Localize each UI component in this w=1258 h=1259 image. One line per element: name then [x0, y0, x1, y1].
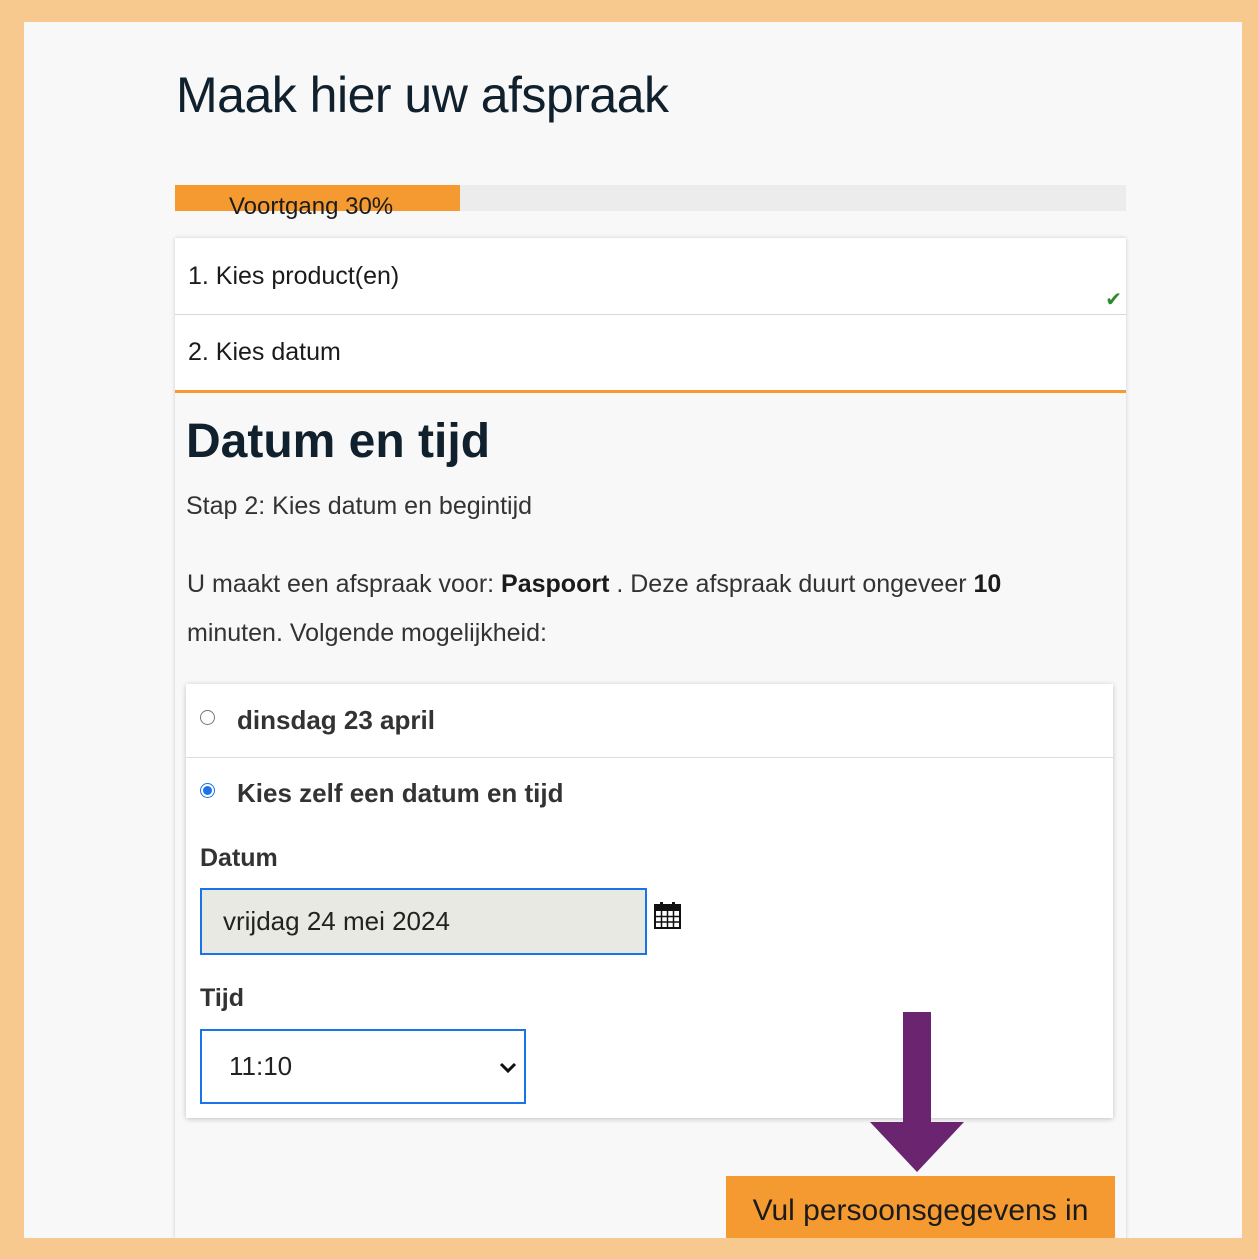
appointment-description: U maakt een afspraak voor: Paspoort . De…	[187, 560, 1087, 658]
option-label: dinsdag 23 april	[237, 705, 435, 735]
option-label: Kies zelf een datum en tijd	[237, 777, 564, 808]
appointment-card: 1. Kies product(en) ✔ 2. Kies datum Datu…	[175, 238, 1126, 1238]
date-input[interactable]: vrijdag 24 mei 2024	[200, 888, 647, 955]
time-label: Tijd	[200, 984, 244, 1012]
progress-bar: Voortgang 30%	[175, 185, 1126, 220]
time-value: 11:10	[229, 1051, 293, 1081]
step-subtitle: Stap 2: Kies datum en begintijd	[186, 492, 533, 520]
option-choose-own[interactable]: Kies zelf een datum en tijd	[186, 758, 1113, 828]
checkmark-icon: ✔	[1105, 289, 1122, 311]
step-choose-product[interactable]: 1. Kies product(en) ✔	[175, 238, 1126, 315]
intro-middle: . Deze afspraak duurt ongeveer	[616, 570, 967, 598]
step-choose-date[interactable]: 2. Kies datum	[175, 315, 1126, 393]
section-title: Datum en tijd	[186, 415, 491, 468]
next-button[interactable]: Vul persoonsgegevens in	[726, 1176, 1115, 1238]
chevron-down-icon	[499, 1062, 517, 1074]
time-select[interactable]: 11:10	[200, 1029, 526, 1104]
page-container: Maak hier uw afspraak Voortgang 30% 1. K…	[24, 22, 1242, 1238]
date-value: vrijdag 24 mei 2024	[223, 906, 450, 936]
step-label: 1. Kies product(en)	[188, 261, 400, 290]
calendar-icon[interactable]	[654, 902, 681, 929]
step-label: 2. Kies datum	[188, 338, 341, 366]
radio-choose-own[interactable]	[200, 782, 215, 798]
duration-value: 10	[973, 570, 1002, 598]
date-label: Datum	[200, 844, 278, 872]
date-options-panel: dinsdag 23 april Kies zelf een datum en …	[186, 684, 1113, 1118]
page-title: Maak hier uw afspraak	[176, 67, 669, 123]
radio-next-available[interactable]	[200, 710, 215, 725]
down-arrow-icon	[870, 1012, 964, 1172]
intro-suffix: minuten. Volgende mogelijkheid:	[187, 619, 547, 647]
progress-label: Voortgang 30%	[229, 193, 394, 220]
option-next-available[interactable]: dinsdag 23 april	[186, 684, 1113, 758]
intro-prefix: U maakt een afspraak voor:	[187, 570, 495, 598]
product-name: Paspoort	[501, 570, 610, 598]
